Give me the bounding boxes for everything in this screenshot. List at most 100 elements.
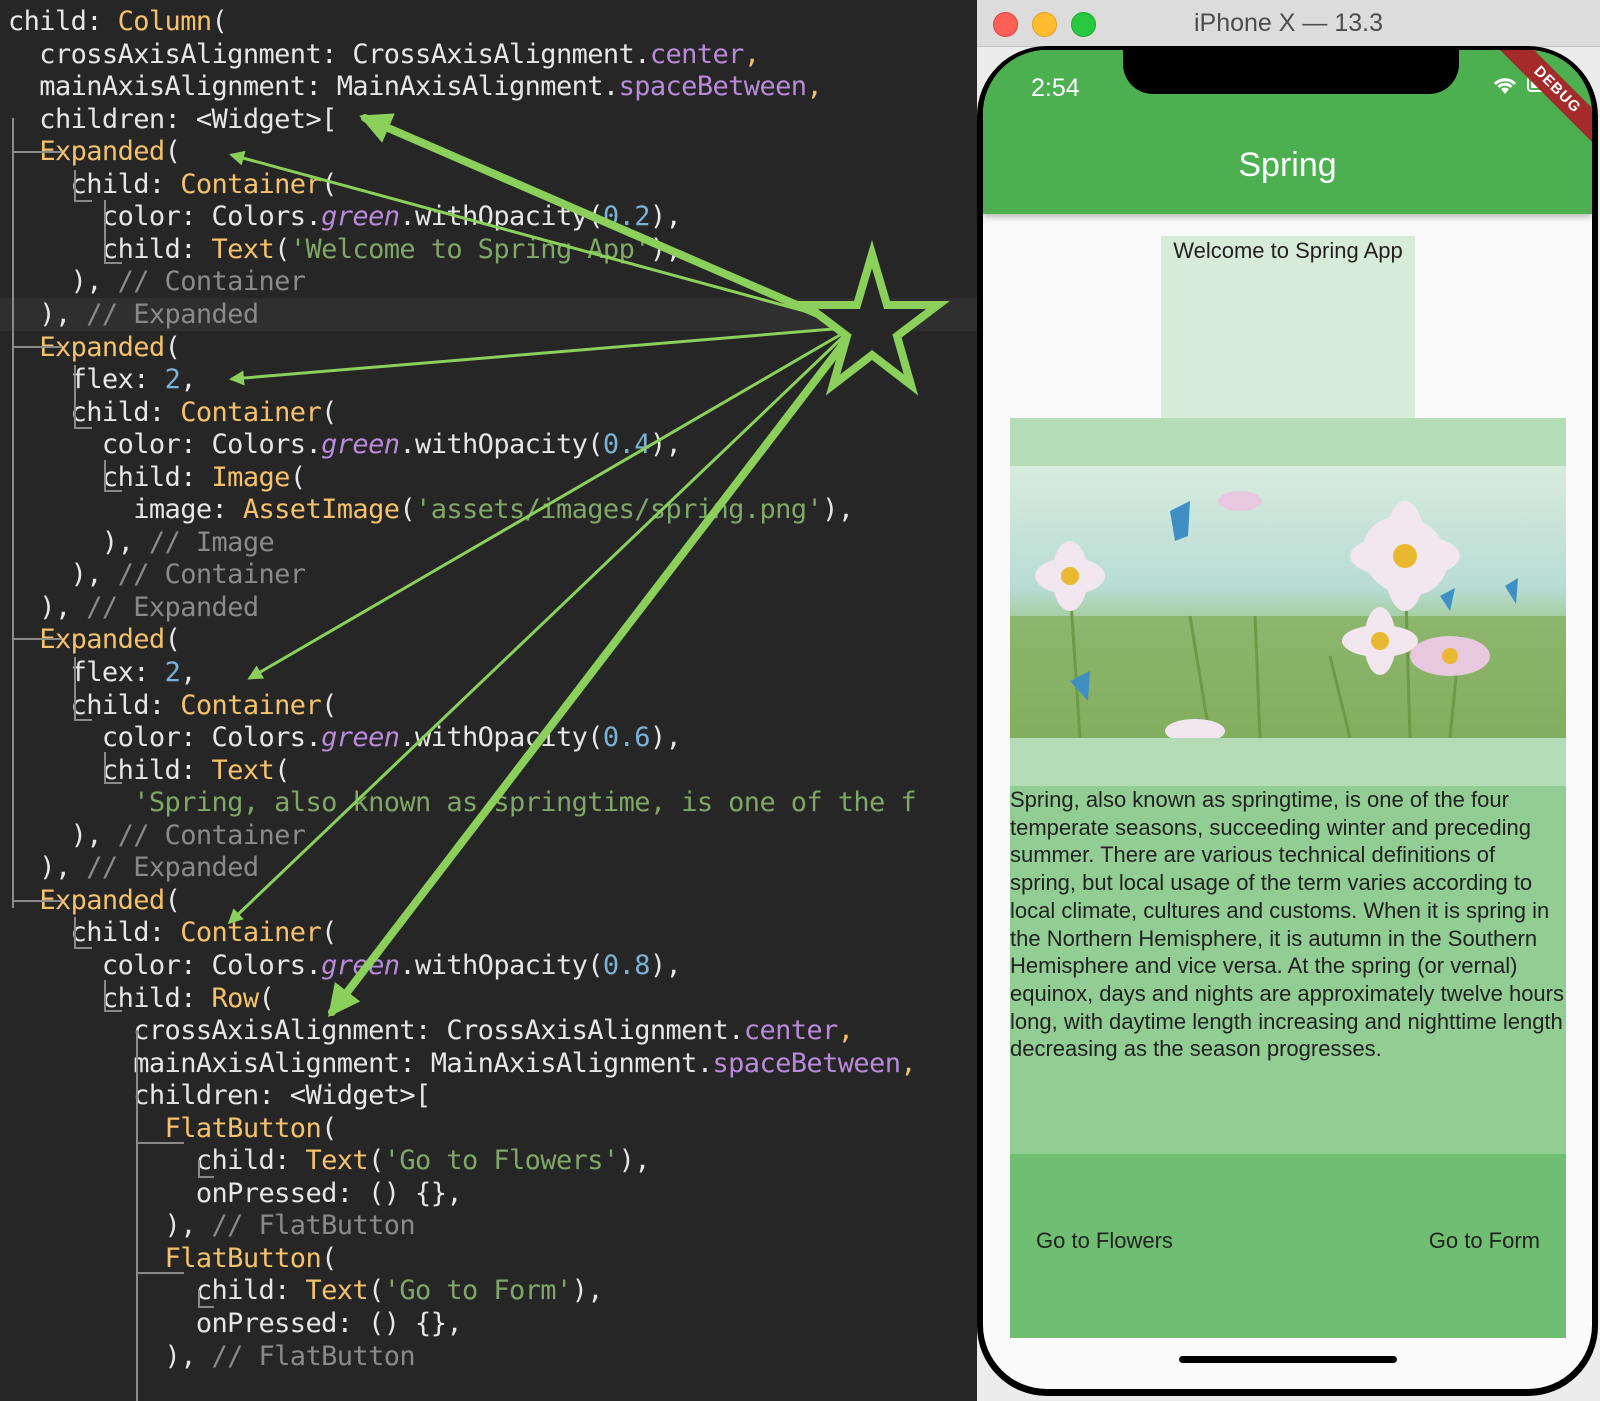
welcome-container: Welcome to Spring App — [1161, 236, 1415, 418]
code-line[interactable]: ), // FlatButton — [8, 1209, 416, 1242]
code-line[interactable]: children: <Widget>[ — [8, 1079, 431, 1112]
code-line[interactable]: ), // FlatButton — [8, 1340, 416, 1373]
code-token: flex: — [8, 364, 165, 396]
tree-guide — [136, 1142, 184, 1144]
code-line[interactable]: child: Image( — [8, 461, 306, 494]
code-line[interactable]: color: Colors.green.withOpacity(0.6), — [8, 721, 682, 754]
code-line[interactable]: flex: 2, — [8, 656, 197, 689]
code-token: mainAxisAlignment: MainAxisAlignment. — [8, 1047, 713, 1079]
code-line[interactable]: ), // Expanded — [8, 591, 259, 624]
phone-screen[interactable]: 2:54 DEBUG Spring Welcome to Spring App — [983, 50, 1592, 1389]
code-line[interactable]: child: Text('Go to Form'), — [8, 1274, 604, 1307]
ios-simulator-window[interactable]: iPhone X — 13.3 2:54 DEBUG Spring Welcom… — [977, 0, 1600, 1401]
code-token: child: — [8, 233, 212, 265]
code-line[interactable]: flex: 2, — [8, 363, 197, 396]
home-indicator[interactable] — [1179, 1356, 1397, 1363]
code-line[interactable]: child: Row( — [8, 982, 275, 1015]
code-token: child: — [8, 917, 181, 949]
code-line[interactable]: ), // Expanded — [8, 298, 259, 331]
code-token: children: <Widget>[ — [8, 103, 337, 135]
code-line[interactable]: child: Container( — [8, 689, 338, 722]
code-token: child: — [8, 168, 181, 200]
code-token: green — [321, 201, 400, 233]
code-line[interactable]: ), // Expanded — [8, 851, 259, 884]
code-token: color: Colors. — [8, 949, 322, 981]
code-line[interactable]: crossAxisAlignment: CrossAxisAlignment.c… — [8, 1014, 854, 1047]
code-line[interactable]: child: Text( — [8, 754, 290, 787]
go-to-flowers-button[interactable]: Go to Flowers — [1036, 1228, 1173, 1254]
tree-guide — [12, 346, 62, 348]
code-token: onPressed: () {}, — [8, 1308, 463, 1339]
iphone-frame: 2:54 DEBUG Spring Welcome to Spring App — [977, 46, 1598, 1396]
code-line[interactable]: child: Text('Welcome to Spring App'), — [8, 233, 682, 266]
code-line[interactable]: mainAxisAlignment: MainAxisAlignment.spa… — [8, 70, 822, 103]
code-line[interactable]: 'Spring, also known as springtime, is on… — [8, 786, 916, 819]
code-token: ), — [8, 266, 118, 298]
tree-guide — [136, 1272, 184, 1274]
code-token: image: — [8, 494, 243, 526]
simulator-title: iPhone X — 13.3 — [1193, 9, 1383, 37]
simulator-title-bar[interactable]: iPhone X — 13.3 — [977, 0, 1600, 47]
code-token: center — [743, 1015, 839, 1047]
code-token: ( — [274, 754, 290, 786]
code-line[interactable]: ), // Container — [8, 819, 306, 852]
code-token: child: — [8, 461, 212, 493]
code-line[interactable]: color: Colors.green.withOpacity(0.2), — [8, 200, 682, 233]
code-token: ), — [8, 1210, 212, 1242]
spring-flowers-image — [1010, 466, 1566, 738]
code-token: , — [180, 364, 196, 396]
code-token: // Image — [148, 526, 275, 558]
code-token: ( — [164, 884, 181, 916]
code-line[interactable]: onPressed: () {}, — [8, 1177, 463, 1210]
code-token: green — [321, 722, 400, 754]
code-token: // Expanded — [86, 298, 259, 330]
code-line[interactable]: child: Container( — [8, 916, 338, 949]
code-token: ), — [649, 949, 682, 981]
tree-guide — [198, 1290, 200, 1306]
tree-guide — [74, 427, 92, 429]
code-line[interactable]: child: Text('Go to Flowers'), — [8, 1144, 651, 1177]
code-token: ( — [399, 494, 416, 526]
code-line[interactable]: child: Column( — [8, 5, 228, 38]
code-token: child: — [8, 1275, 306, 1307]
tree-guide — [104, 1010, 122, 1012]
code-token: Container — [180, 168, 322, 200]
code-line[interactable]: FlatButton( — [8, 1112, 338, 1145]
tree-guide — [74, 170, 76, 200]
code-line[interactable]: ), // Image — [8, 526, 275, 559]
code-token: green — [321, 429, 400, 461]
code-token: ( — [258, 982, 275, 1014]
code-token: .withOpacity( — [399, 722, 603, 754]
wifi-icon — [1493, 78, 1517, 94]
code-line[interactable]: color: Colors.green.withOpacity(0.4), — [8, 428, 682, 461]
code-token: spaceBetween — [618, 71, 807, 103]
tree-guide — [12, 118, 14, 908]
code-line[interactable]: ), // Container — [8, 265, 306, 298]
code-line[interactable]: child: Container( — [8, 168, 338, 201]
code-token: Text — [211, 754, 275, 786]
code-token: flex: — [8, 657, 165, 688]
code-token: color: Colors. — [8, 429, 322, 461]
code-token: Text — [305, 1145, 369, 1177]
code-line[interactable]: FlatButton( — [8, 1242, 338, 1275]
code-line[interactable]: ), // Container — [8, 558, 306, 591]
code-editor[interactable]: child: Column( crossAxisAlignment: Cross… — [0, 0, 977, 1401]
code-token: ), — [8, 526, 149, 558]
tree-guide — [104, 752, 106, 782]
code-line[interactable]: children: <Widget>[ — [8, 103, 337, 136]
code-line[interactable]: image: AssetImage('assets/images/spring.… — [8, 493, 854, 526]
code-token: onPressed: () {}, — [8, 1177, 463, 1209]
code-token: Image — [211, 461, 291, 493]
code-token: // FlatButton — [211, 1340, 416, 1372]
code-line[interactable]: onPressed: () {}, — [8, 1307, 463, 1340]
code-line[interactable]: color: Colors.green.withOpacity(0.8), — [8, 949, 682, 982]
code-token: // FlatButton — [211, 1210, 416, 1242]
code-token: 0.6 — [602, 722, 651, 754]
code-line[interactable]: mainAxisAlignment: MainAxisAlignment.spa… — [8, 1047, 916, 1080]
code-line[interactable]: child: Container( — [8, 396, 338, 429]
code-token: ( — [321, 1242, 337, 1274]
go-to-form-button[interactable]: Go to Form — [1429, 1228, 1540, 1254]
code-token: ), — [8, 1340, 212, 1372]
code-token: 2 — [164, 657, 181, 688]
code-line[interactable]: crossAxisAlignment: CrossAxisAlignment.c… — [8, 38, 760, 71]
